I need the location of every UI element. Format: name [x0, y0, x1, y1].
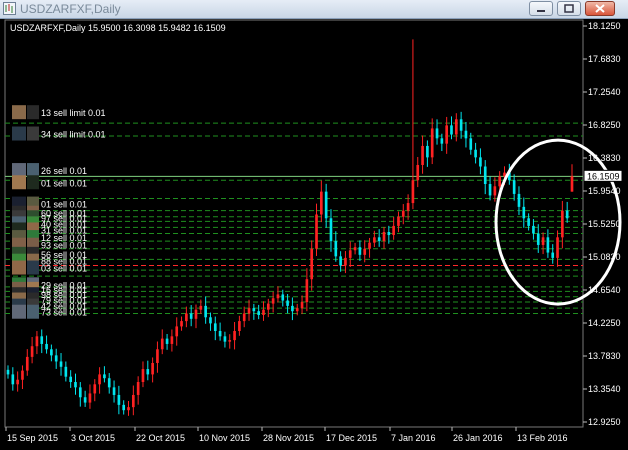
order-icon — [12, 163, 26, 178]
x-tick-label: 15 Sep 2015 — [7, 433, 58, 443]
x-tick-label: 7 Jan 2016 — [391, 433, 436, 443]
close-icon — [595, 4, 605, 13]
chart-window: USDZARFXF,Daily 13 sell limit 0.01 34 sel… — [0, 0, 628, 450]
minimize-icon — [537, 10, 545, 12]
current-price-marker: 16.1509 — [583, 169, 623, 182]
y-tick-label: 15.5250 — [588, 219, 621, 229]
x-tick-label: 13 Feb 2016 — [517, 433, 568, 443]
time-axis: 15 Sep 2015 3 Oct 2015 22 Oct 2015 10 Nov 2… — [5, 427, 568, 443]
order-icon — [12, 304, 26, 319]
y-tick-label: 16.8250 — [588, 120, 621, 130]
order-icon — [27, 304, 39, 319]
window-title: USDZARFXF,Daily — [20, 2, 121, 16]
order-label: 03 sell 0.01 — [41, 264, 87, 274]
minimize-button[interactable] — [529, 1, 553, 16]
order-icon — [27, 260, 39, 275]
title-bar[interactable]: USDZARFXF,Daily — [0, 0, 628, 19]
chart-ohlc-header: USDZARFXF,Daily 15.9500 16.3098 15.9482 … — [10, 23, 226, 33]
order-label: 01 sell 0.01 — [41, 178, 87, 188]
order-icon — [12, 175, 26, 190]
price-axis: 18.1250 17.6830 17.2540 16.8250 16.3830 15.95… — [583, 21, 621, 427]
order-icon — [27, 105, 39, 120]
y-tick-label: 14.2250 — [588, 318, 621, 328]
order-label: 73 sell 0.01 — [41, 308, 87, 318]
order-label: 34 sell limit 0.01 — [41, 130, 106, 140]
y-tick-label: 15.0830 — [588, 252, 621, 262]
current-price-label: 16.1509 — [587, 171, 620, 181]
y-tick-label: 16.3830 — [588, 153, 621, 163]
order-icon — [27, 126, 39, 141]
x-tick-label: 10 Nov 2015 — [199, 433, 250, 443]
order-label: 13 sell limit 0.01 — [41, 108, 106, 118]
close-button[interactable] — [585, 1, 615, 16]
y-tick-label: 12.9250 — [588, 417, 621, 427]
x-tick-label: 28 Nov 2015 — [263, 433, 314, 443]
order-label: 26 sell 0.01 — [41, 166, 87, 176]
restore-icon — [564, 4, 574, 13]
order-icon — [27, 163, 39, 178]
x-tick-label: 17 Dec 2015 — [326, 433, 377, 443]
order-icon — [12, 260, 26, 275]
restore-button[interactable] — [557, 1, 581, 16]
chart-window-icon — [3, 2, 16, 15]
y-tick-label: 17.6830 — [588, 54, 621, 64]
y-tick-label: 18.1250 — [588, 21, 621, 31]
y-tick-label: 13.3540 — [588, 384, 621, 394]
x-tick-label: 22 Oct 2015 — [136, 433, 185, 443]
price-chart[interactable]: 13 sell limit 0.01 34 sell limit 0.01 26 s… — [0, 18, 628, 450]
x-tick-label: 3 Oct 2015 — [71, 433, 115, 443]
order-icon — [12, 105, 26, 120]
y-tick-label: 13.7830 — [588, 351, 621, 361]
y-tick-label: 15.9540 — [588, 186, 621, 196]
order-icon — [12, 126, 26, 141]
y-tick-label: 17.2540 — [588, 87, 621, 97]
order-icons — [12, 105, 39, 319]
y-tick-label: 14.6540 — [588, 285, 621, 295]
x-tick-label: 26 Jan 2016 — [453, 433, 503, 443]
order-icon — [27, 175, 39, 190]
